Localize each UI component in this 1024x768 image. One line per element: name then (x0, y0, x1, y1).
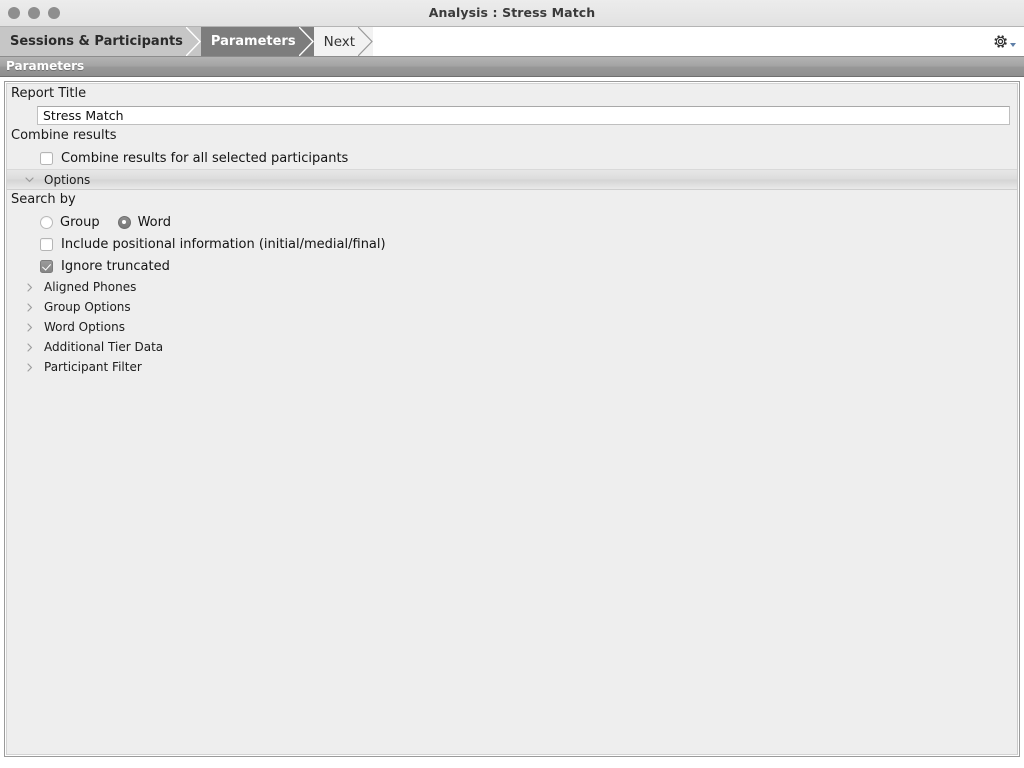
radio-word-label: Word (137, 214, 171, 230)
search-by-radio-group: Group Word (40, 214, 171, 230)
breadcrumb-item-sessions-participants[interactable]: Sessions & Participants (0, 27, 201, 56)
parameters-panel: Report Title Combine results Combine res… (4, 81, 1020, 757)
breadcrumb-arrow-icon (185, 27, 202, 56)
report-title-field-row (7, 105, 1017, 126)
breadcrumb-arrow-icon (298, 27, 315, 56)
report-title-input[interactable] (37, 106, 1010, 125)
section-header-parameters: Parameters (0, 57, 1024, 77)
search-by-label: Search by (7, 190, 1017, 211)
chevron-right-icon (25, 282, 34, 292)
include-positional-checkbox[interactable] (40, 237, 53, 251)
breadcrumb-item-parameters[interactable]: Parameters (200, 27, 315, 56)
include-positional-checkbox-row[interactable]: Include positional information (initial/… (7, 233, 1017, 255)
chevron-down-icon (1010, 43, 1016, 47)
chevron-right-icon (25, 302, 34, 312)
aligned-phones-disclosure-row[interactable]: Aligned Phones (7, 277, 1017, 297)
ignore-truncated-checkbox-row[interactable]: Ignore truncated (7, 255, 1017, 277)
additional-tier-data-label: Additional Tier Data (44, 340, 164, 354)
combine-results-checkbox-label: Combine results for all selected partici… (61, 150, 349, 166)
word-options-disclosure-row[interactable]: Word Options (7, 317, 1017, 337)
breadcrumb-item-next[interactable]: Next (313, 27, 374, 56)
combine-results-checkbox-row[interactable]: Combine results for all selected partici… (7, 147, 1017, 169)
chevron-right-icon (25, 342, 34, 352)
report-title-label: Report Title (7, 84, 1017, 105)
additional-tier-data-disclosure-row[interactable]: Additional Tier Data (7, 337, 1017, 357)
combine-results-label: Combine results (7, 126, 1017, 147)
radio-option-word[interactable]: Word (117, 214, 171, 230)
ignore-truncated-checkbox[interactable] (40, 259, 53, 273)
participant-filter-label: Participant Filter (44, 360, 142, 374)
breadcrumb: Sessions & Participants Parameters Next (0, 27, 1024, 57)
options-disclosure-row[interactable]: Options (7, 169, 1017, 190)
breadcrumb-label: Sessions & Participants (10, 34, 183, 49)
parameters-panel-content: Report Title Combine results Combine res… (6, 83, 1018, 755)
window-titlebar: Analysis : Stress Match (0, 0, 1024, 27)
chevron-right-icon (25, 362, 34, 372)
combine-results-checkbox[interactable] (40, 151, 53, 165)
aligned-phones-label: Aligned Phones (44, 280, 137, 294)
options-label: Options (44, 172, 91, 187)
breadcrumb-label: Parameters (210, 34, 296, 49)
radio-word-button[interactable] (117, 215, 131, 229)
group-options-disclosure-row[interactable]: Group Options (7, 297, 1017, 317)
radio-group-button[interactable] (40, 215, 53, 229)
group-options-label: Group Options (44, 300, 131, 314)
breadcrumb-filler (373, 27, 1024, 56)
word-options-label: Word Options (44, 320, 125, 334)
radio-option-group[interactable]: Group (40, 214, 100, 230)
chevron-right-icon (25, 322, 34, 332)
ignore-truncated-label: Ignore truncated (61, 258, 170, 274)
search-by-radio-row: Group Word (7, 211, 1017, 233)
chevron-down-icon (25, 175, 34, 184)
breadcrumb-arrow-icon (358, 27, 374, 56)
window-title: Analysis : Stress Match (428, 5, 596, 20)
settings-menu-button[interactable] (992, 27, 1016, 56)
participant-filter-disclosure-row[interactable]: Participant Filter (7, 357, 1017, 377)
include-positional-label: Include positional information (initial/… (61, 236, 386, 252)
breadcrumb-label: Next (323, 33, 356, 50)
radio-group-label: Group (60, 214, 100, 230)
gear-icon (994, 35, 1007, 48)
